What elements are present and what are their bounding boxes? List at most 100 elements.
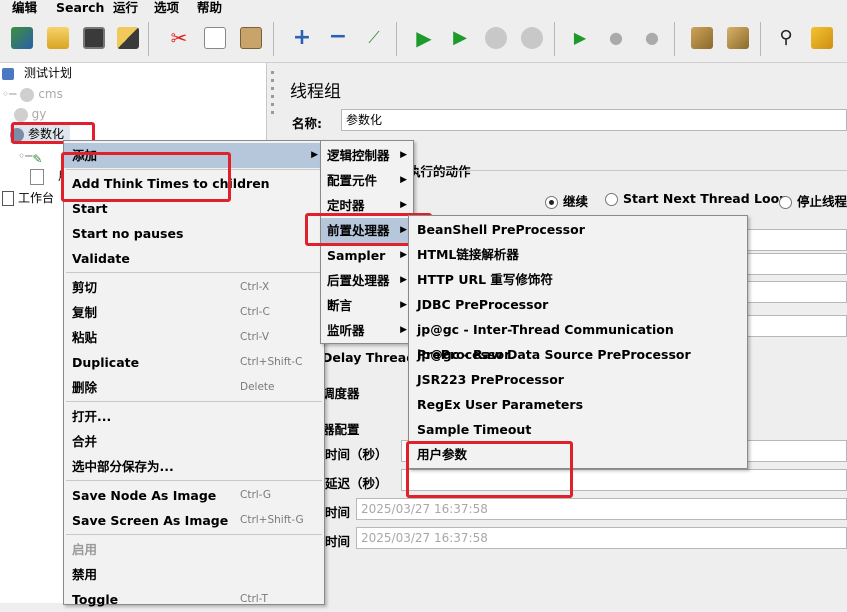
chevron-right-icon: ▶: [400, 175, 407, 185]
gear-icon: [13, 107, 28, 122]
menu-item-duplicate[interactable]: Duplicate Ctrl+Shift-C: [64, 350, 324, 375]
menu-edit[interactable]: 编辑: [12, 0, 37, 15]
preprocessor-item-jsr223[interactable]: JSR223 PreProcessor: [409, 367, 747, 392]
menu-item-copy[interactable]: 复制 Ctrl-C: [64, 300, 324, 325]
tree-node-test-plan[interactable]: 测试计划: [2, 64, 72, 82]
preprocessor-item-html-link-parser[interactable]: HTML链接解析器: [409, 242, 747, 267]
menu-item-save-screen-image[interactable]: Save Screen As Image Ctrl+Shift-G: [64, 508, 324, 533]
gear-icon: [20, 87, 35, 102]
menu-run[interactable]: 运行: [113, 0, 138, 15]
preprocessor-item-raw-data-source[interactable]: jp@gc - Raw Data Source PreProcessor: [409, 342, 747, 367]
toggle-button[interactable]: ⟋: [360, 23, 388, 53]
sampler-icon: ✎: [32, 151, 43, 166]
menu-options[interactable]: 选项: [154, 0, 179, 15]
expand-button[interactable]: +: [288, 23, 316, 53]
menu-item-open[interactable]: 打开...: [64, 404, 324, 429]
radio-next-loop-label: Start Next Thread Loop: [623, 191, 789, 206]
start-icon: ▶: [416, 26, 432, 50]
submenu-item-postprocessor[interactable]: 后置处理器 ▶: [321, 268, 413, 293]
clear-all-icon: [727, 27, 749, 49]
search-button[interactable]: ⚲: [772, 23, 800, 53]
end-time-field[interactable]: 2025/03/27 16:37:58: [356, 527, 847, 549]
clear-icon: [691, 27, 713, 49]
radio-continue-indicator: [545, 196, 558, 209]
menu-item-paste[interactable]: 粘贴 Ctrl-V: [64, 325, 324, 350]
submenu-item-config-element[interactable]: 配置元件 ▶: [321, 168, 413, 193]
shutdown-button[interactable]: [518, 23, 546, 53]
clear-button[interactable]: [688, 23, 716, 53]
expand-icon: +: [292, 25, 312, 50]
scheduler-config-label: 器配置: [322, 422, 360, 437]
edit-icon: [117, 27, 139, 49]
edit-button[interactable]: [114, 23, 142, 53]
scheduler-checkbox-label[interactable]: 调度器: [322, 383, 360, 402]
remote-shutdown-button[interactable]: ●: [638, 23, 666, 53]
menu-item-merge[interactable]: 合并: [64, 429, 324, 454]
radio-continue[interactable]: 继续: [545, 191, 588, 210]
menu-item-disable[interactable]: 禁用: [64, 562, 324, 587]
collapse-button[interactable]: −: [324, 23, 352, 53]
tree-node-cms[interactable]: ◦─ cms: [2, 85, 63, 103]
preprocessor-submenu: BeanShell PreProcessor HTML链接解析器 HTTP UR…: [408, 215, 748, 469]
start-no-pauses-button[interactable]: ▶: [446, 23, 474, 53]
preprocessor-item-regex-user-params[interactable]: RegEx User Parameters: [409, 392, 747, 417]
menu-item-enable: 启用: [72, 542, 98, 557]
remote-start-button[interactable]: ▶: [566, 23, 594, 53]
submenu-item-sampler[interactable]: Sampler ▶: [321, 243, 413, 268]
remote-shutdown-icon: ●: [645, 28, 659, 47]
collapse-icon: −: [328, 24, 348, 49]
radio-next-loop-indicator: [605, 193, 618, 206]
menu-item-save-node-image[interactable]: Save Node As Image Ctrl-G: [64, 483, 324, 508]
menu-item-delete[interactable]: 删除 Delete: [64, 375, 324, 400]
toggle-icon: ⟋: [368, 28, 380, 47]
toolbar: ✂ + − ⟋ ▶ ▶ ▶ ● ● ⚲: [0, 18, 847, 63]
radio-next-loop[interactable]: Start Next Thread Loop: [605, 191, 788, 206]
reset-search-button[interactable]: [808, 23, 836, 53]
start-time-field[interactable]: 2025/03/27 16:37:58: [356, 498, 847, 520]
template-icon: [11, 27, 33, 49]
tree-node-sampler[interactable]: ◦─✎: [18, 147, 44, 166]
remote-stop-button[interactable]: ●: [602, 23, 630, 53]
start-time-label: 时间: [325, 505, 351, 520]
menu-item-save-selection[interactable]: 选中部分保存为...: [64, 454, 324, 479]
cut-button[interactable]: ✂: [165, 23, 193, 53]
menu-search[interactable]: Search: [56, 0, 104, 15]
menu-item-cut[interactable]: 剪切 Ctrl-X: [64, 275, 324, 300]
paste-icon: [240, 27, 262, 49]
tree-label: 测试计划: [24, 66, 73, 80]
file-icon: [30, 168, 44, 185]
menu-item-toggle[interactable]: Toggle Ctrl-T: [64, 587, 324, 612]
remote-start-icon: ▶: [573, 28, 587, 47]
tree-node-gy[interactable]: gy: [2, 105, 46, 123]
menu-item-validate[interactable]: Validate: [64, 246, 324, 271]
context-menu: 添加 ▶ Add Think Times to children Start St…: [63, 140, 325, 607]
preprocessor-item-sample-timeout[interactable]: Sample Timeout: [409, 417, 747, 442]
preprocessor-item-http-url-rewriter[interactable]: HTTP URL 重写修饰符: [409, 267, 747, 292]
preprocessor-item-jdbc[interactable]: JDBC PreProcessor: [409, 292, 747, 317]
submenu-item-assertion[interactable]: 断言 ▶: [321, 293, 413, 318]
start-button[interactable]: ▶: [410, 23, 438, 53]
stop-button[interactable]: [482, 23, 510, 53]
open-button[interactable]: [44, 23, 72, 53]
copy-button[interactable]: [201, 23, 229, 53]
chevron-right-icon: ▶: [400, 325, 407, 335]
name-label: 名称:: [292, 116, 322, 131]
cut-icon: ✂: [170, 26, 188, 50]
tree-label: cms: [38, 87, 63, 101]
name-field[interactable]: 参数化: [341, 109, 847, 131]
preprocessor-item-beanshell[interactable]: BeanShell PreProcessor: [409, 217, 747, 242]
save-button[interactable]: [80, 23, 108, 53]
radio-stop-thread[interactable]: 停止线程: [779, 191, 847, 210]
menu-item-start-no-pauses[interactable]: Start no pauses: [64, 221, 324, 246]
clear-all-button[interactable]: [724, 23, 752, 53]
submenu-item-logic-controller[interactable]: 逻辑控制器 ▶: [321, 143, 413, 168]
template-button[interactable]: [8, 23, 36, 53]
preprocessor-item-inter-thread[interactable]: jp@gc - Inter-Thread Communication PrePr…: [409, 317, 747, 362]
submenu-item-listener[interactable]: 监听器 ▶: [321, 318, 413, 343]
tree-node-workbench[interactable]: 工作台: [2, 189, 54, 207]
paste-button[interactable]: [237, 23, 265, 53]
duration-label: 时间（秒）: [325, 447, 388, 462]
reset-search-icon: [811, 27, 833, 49]
menu-help[interactable]: 帮助: [197, 0, 222, 15]
test-plan-icon: [2, 67, 14, 80]
